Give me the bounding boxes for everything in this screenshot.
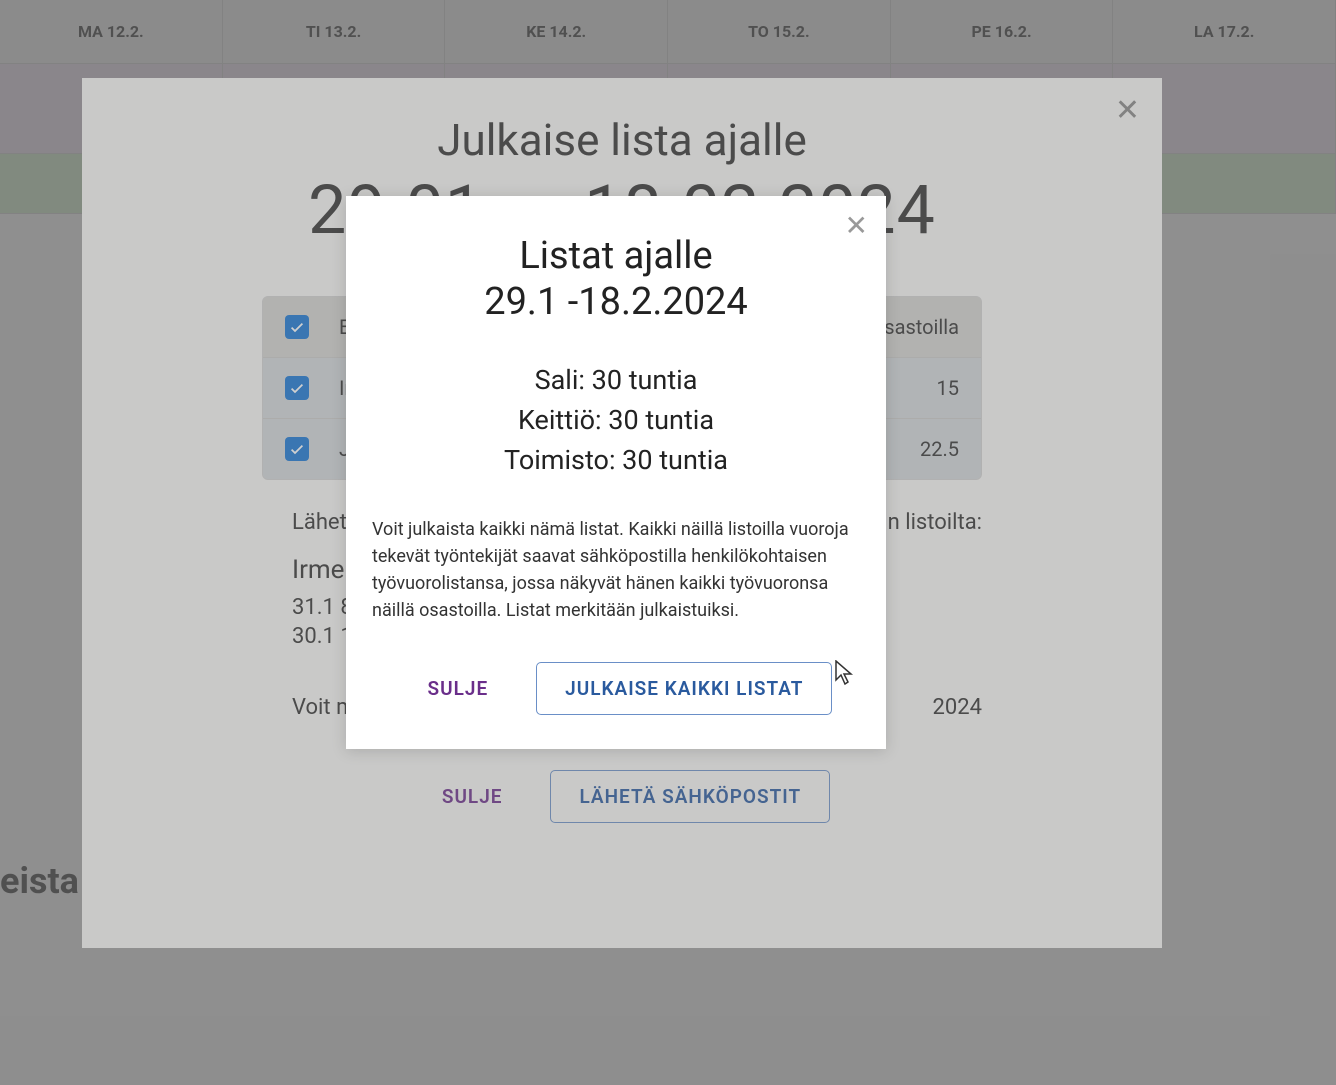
summary-line: Toimisto: 30 tuntia [372,444,860,476]
publish-all-lists-button[interactable]: JULKAISE KAIKKI LISTAT [536,662,832,715]
close-icon[interactable]: ✕ [845,212,868,240]
summary-line: Keittiö: 30 tuntia [372,404,860,436]
modal2-date-range: 29.1 -18.2.2024 [372,280,860,324]
close-button[interactable]: SULJE [400,663,517,714]
modal2-body-text: Voit julkaista kaikki nämä listat. Kaikk… [372,516,860,624]
summary-line: Sali: 30 tuntia [372,364,860,396]
modal2-title: Listat ajalle [372,234,860,278]
summary-lines: Sali: 30 tuntia Keittiö: 30 tuntia Toimi… [372,364,860,476]
lists-summary-modal: ✕ Listat ajalle 29.1 -18.2.2024 Sali: 30… [346,196,886,749]
modal2-button-row: SULJE JULKAISE KAIKKI LISTAT [372,662,860,715]
